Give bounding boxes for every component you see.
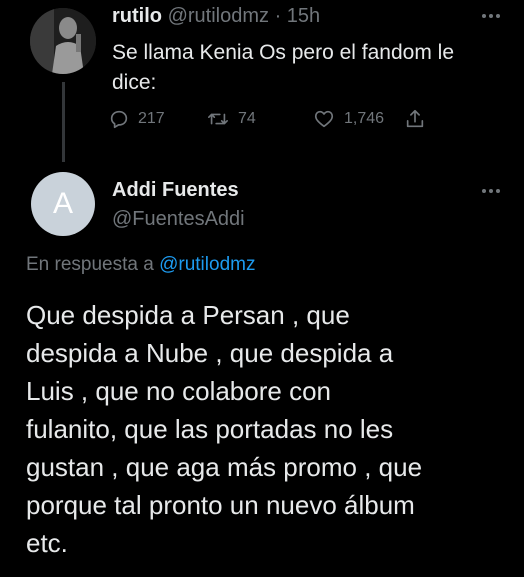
tweet-text-line: etc.	[26, 528, 68, 558]
tweet-text-line: porque tal pronto un nuevo álbum	[26, 490, 415, 520]
tweet-text-line: dice:	[112, 71, 157, 94]
replying-to-mention[interactable]: @rutilodmz	[159, 254, 255, 275]
tweet-text: Que despida a Persan , que despida a Nub…	[26, 296, 496, 562]
tweet-text-line: despida a Nube , que despida a	[26, 338, 394, 368]
author-handle[interactable]: @rutilodmz	[168, 5, 269, 27]
retweet-count: 74	[238, 110, 256, 127]
tweet-text-line: Que despida a Persan , que	[26, 300, 350, 330]
share-icon	[406, 109, 424, 128]
tweet-actions: 217 74 1,746	[108, 106, 448, 132]
separator-dot: ·	[274, 5, 282, 27]
replying-to: En respuesta a @rutilodmz	[26, 254, 255, 276]
reply-count: 217	[138, 110, 165, 127]
author-name[interactable]: rutilo	[112, 5, 162, 27]
author-handle[interactable]: @FuentesAddi	[112, 208, 245, 231]
avatar[interactable]: A	[31, 172, 95, 236]
more-horizontal-icon[interactable]	[480, 8, 502, 24]
tweet-timestamp[interactable]: 15h	[287, 5, 320, 27]
heart-icon	[314, 110, 334, 128]
share-button[interactable]	[404, 106, 434, 132]
tweet-text-line: fulanito, que las portadas no les	[26, 414, 394, 444]
retweet-button[interactable]: 74	[206, 106, 256, 132]
thread-connector-line	[62, 82, 65, 162]
replying-to-label: En respuesta a	[26, 254, 160, 275]
like-button[interactable]: 1,746	[312, 106, 384, 132]
avatar-letter: A	[52, 187, 73, 220]
tweet-text-line: Se llama Kenia Os pero el fandom le	[112, 41, 455, 64]
tweet-text: Se llama Kenia Os pero el fandom le dice…	[112, 38, 492, 98]
tweet-text-line: gustan , que aga más promo , que	[26, 452, 423, 482]
more-horizontal-icon[interactable]	[480, 183, 502, 199]
reply-button[interactable]: 217	[108, 106, 165, 132]
author-name[interactable]: Addi Fuentes	[112, 179, 239, 202]
tweet-text-line: Luis , que no colabore con	[26, 376, 331, 406]
avatar-photo	[30, 8, 96, 74]
reply-icon	[110, 110, 128, 129]
parent-tweet[interactable]: rutilo @rutilodmz · 15h Se llama Kenia O…	[0, 0, 524, 162]
retweet-icon	[208, 113, 228, 125]
like-count: 1,746	[344, 110, 385, 127]
avatar[interactable]	[30, 8, 96, 74]
tweet-header: rutilo @rutilodmz · 15h	[112, 5, 320, 28]
